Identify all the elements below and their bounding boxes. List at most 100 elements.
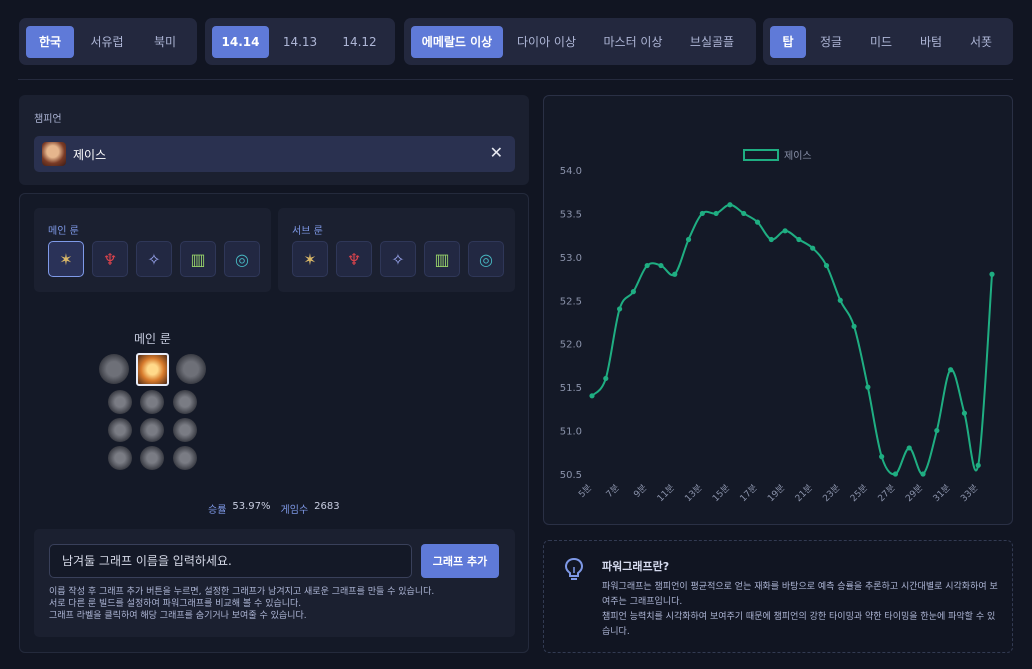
position-option-support[interactable]: 서폿 xyxy=(956,26,1006,58)
help-line: 이름 작성 후 그래프 추가 버튼을 누르면, 설정한 그래프가 남겨지고 새로… xyxy=(49,587,435,597)
position-option-bot[interactable]: 바텀 xyxy=(906,26,956,58)
champion-avatar xyxy=(42,142,66,166)
winrate-label: 승률 xyxy=(208,505,227,516)
patch-filter: 14.14 14.13 14.12 xyxy=(205,18,395,65)
data-point xyxy=(616,306,623,312)
x-tick-label: 7분 xyxy=(604,482,622,500)
rune-last-stand[interactable] xyxy=(173,446,197,470)
main-rune-label: 메인 룬 xyxy=(48,226,79,237)
sub-tree-precision[interactable]: ✶ xyxy=(292,241,328,277)
main-tree-resolve[interactable]: ▥ xyxy=(180,241,216,277)
data-point xyxy=(879,454,885,460)
region-filter: 한국 서유럽 북미 xyxy=(19,18,197,65)
tier-filter: 에메랄드 이상 다이아 이상 마스터 이상 브실골플 xyxy=(404,18,756,65)
keystone-conqueror[interactable] xyxy=(176,354,206,384)
champion-label: 챔피언 xyxy=(34,114,62,125)
x-tick-label: 15분 xyxy=(710,482,732,504)
main-tree-domination[interactable]: ♆ xyxy=(92,241,128,277)
x-tick-label: 13분 xyxy=(683,482,705,504)
legend-label[interactable]: 제이스 xyxy=(784,150,812,162)
precision-icon: ✶ xyxy=(59,249,73,269)
x-tick-label: 19분 xyxy=(765,482,787,504)
data-point xyxy=(796,236,802,243)
data-point xyxy=(948,367,954,373)
champion-name: 제이스 xyxy=(73,147,107,162)
inspiration-icon: ◎ xyxy=(235,249,249,269)
games-value: 2683 xyxy=(314,501,340,512)
rune-presence-of-mind[interactable] xyxy=(173,390,197,414)
champion-select[interactable]: 제이스 ✕ xyxy=(34,136,515,172)
data-point xyxy=(644,262,650,269)
data-point xyxy=(630,289,636,295)
patch-option-1413[interactable]: 14.13 xyxy=(269,26,331,58)
precision-icon: ✶ xyxy=(303,249,317,269)
help-line: 그래프 라벨을 클릭하여 해당 그래프를 숨기거나 보여줄 수 있습니다. xyxy=(49,611,307,621)
add-graph-button[interactable]: 그래프 추가 xyxy=(421,544,499,578)
region-option-euw[interactable]: 서유럽 xyxy=(74,26,140,58)
tier-option-diamond[interactable]: 다이아 이상 xyxy=(503,26,590,58)
tier-option-master[interactable]: 마스터 이상 xyxy=(590,26,676,58)
graph-help-text: 이름 작성 후 그래프 추가 버튼을 누르면, 설정한 그래프가 남겨지고 새로… xyxy=(49,586,434,622)
sub-tree-sorcery[interactable]: ✧ xyxy=(380,241,416,277)
info-line: 챔피언 능력치를 시각화하여 보여주기 때문에 챔피언의 강한 타이밍과 약한 … xyxy=(602,612,996,637)
data-point xyxy=(975,462,981,468)
data-point xyxy=(782,228,788,234)
rune-legend-bloodline[interactable] xyxy=(173,418,197,442)
graph-name-input[interactable] xyxy=(49,544,412,578)
sub-tree-inspiration[interactable]: ◎ xyxy=(468,241,504,277)
info-panel: 파워그래프란? 파워그래프는 챔피언이 평균적으로 얻는 재화를 바탕으로 예측… xyxy=(543,540,1013,653)
close-icon[interactable]: ✕ xyxy=(490,143,503,162)
x-tick-label: 31분 xyxy=(931,482,953,504)
sub-rune-box: 서브 룬 ✶ ♆ ✧ ▥ ◎ xyxy=(278,208,515,292)
main-tree-precision[interactable]: ✶ xyxy=(48,241,84,277)
sub-tree-resolve[interactable]: ▥ xyxy=(424,241,460,277)
rune-coup-de-grace[interactable] xyxy=(108,446,132,470)
data-point xyxy=(989,271,995,277)
rune-grid-title: 메인 룬 xyxy=(134,332,171,346)
x-tick-label: 29분 xyxy=(903,482,925,504)
sub-tree-domination[interactable]: ♆ xyxy=(336,241,372,277)
domination-icon: ♆ xyxy=(346,249,362,269)
inspiration-icon: ◎ xyxy=(479,249,493,269)
rune-cut-down[interactable] xyxy=(140,446,164,470)
rune-legend-haste[interactable] xyxy=(140,418,164,442)
data-point xyxy=(754,219,761,225)
data-point xyxy=(810,245,816,251)
tier-option-emerald[interactable]: 에메랄드 이상 xyxy=(411,25,503,58)
patch-option-1412[interactable]: 14.12 xyxy=(331,26,388,58)
region-option-kr[interactable]: 한국 xyxy=(26,25,74,58)
keystone-lethal-tempo[interactable] xyxy=(136,353,169,386)
x-tick-label: 21분 xyxy=(793,482,815,504)
position-option-jungle[interactable]: 정글 xyxy=(806,26,856,58)
main-rune-box: 메인 룬 ✶ ♆ ✧ ▥ ◎ xyxy=(34,208,271,292)
y-tick-label: 53.0 xyxy=(560,253,582,264)
y-tick-label: 52.0 xyxy=(560,340,582,351)
lightbulb-icon xyxy=(564,557,584,580)
rune-triumph[interactable] xyxy=(140,390,164,414)
position-option-mid[interactable]: 미드 xyxy=(856,26,906,58)
rune-legend-alacrity[interactable] xyxy=(108,418,132,442)
series-line xyxy=(591,203,993,476)
data-point xyxy=(603,375,609,382)
x-tick-label: 11분 xyxy=(655,482,677,504)
domination-icon: ♆ xyxy=(102,249,118,269)
patch-option-1414[interactable]: 14.14 xyxy=(212,25,269,58)
resolve-icon: ▥ xyxy=(190,249,206,269)
rune-overheal[interactable] xyxy=(108,390,132,414)
winrate-value: 53.97% xyxy=(232,501,271,512)
position-option-top[interactable]: 탑 xyxy=(770,25,806,58)
legend-swatch xyxy=(743,149,779,161)
y-tick-label: 51.0 xyxy=(560,427,582,438)
data-point xyxy=(837,297,843,303)
data-point xyxy=(685,236,692,243)
data-point xyxy=(920,471,926,477)
data-point xyxy=(768,236,774,243)
keystone-press-the-attack[interactable] xyxy=(99,354,129,384)
help-line: 서로 다른 룬 빌드를 설정하여 파워그래프를 비교해 볼 수 있습니다. xyxy=(49,599,302,609)
main-tree-sorcery[interactable]: ✧ xyxy=(136,241,172,277)
region-option-na[interactable]: 북미 xyxy=(140,26,190,58)
data-point xyxy=(865,384,871,390)
tier-option-low[interactable]: 브실골플 xyxy=(676,26,748,58)
y-tick-label: 52.5 xyxy=(560,296,582,307)
main-tree-inspiration[interactable]: ◎ xyxy=(224,241,260,277)
